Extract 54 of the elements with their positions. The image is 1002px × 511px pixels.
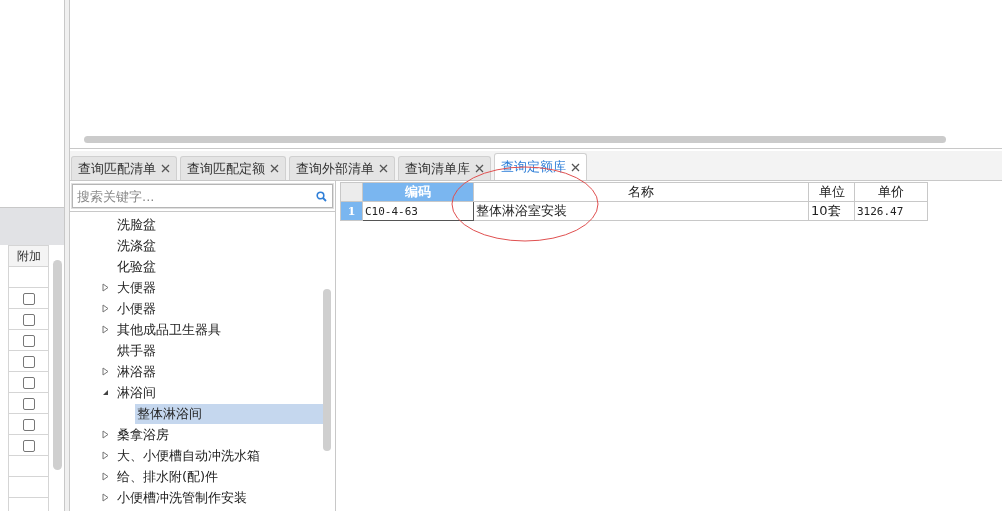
checkbox[interactable] (22, 376, 35, 389)
expand-triangle-icon[interactable] (101, 430, 110, 439)
checkbox[interactable] (22, 439, 35, 452)
tree-item[interactable]: 洗脸盆 (115, 214, 158, 235)
tree-item[interactable]: 淋浴间 (115, 382, 158, 403)
horizontal-scrollbar[interactable] (84, 136, 946, 143)
table-cell: 10套 (808, 201, 855, 221)
expand-triangle-icon[interactable] (101, 493, 110, 502)
tree-item[interactable]: 烘手器 (115, 340, 158, 361)
checkbox[interactable] (22, 292, 35, 305)
close-icon[interactable] (161, 164, 170, 173)
tree-item[interactable]: 整体淋浴间 (135, 403, 323, 424)
search-field[interactable]: 搜索关键字... (72, 184, 333, 208)
panel-header-bar (0, 208, 64, 245)
tree-item[interactable]: 化验盆 (115, 256, 158, 277)
expand-triangle-icon[interactable] (101, 304, 110, 313)
expand-triangle-icon[interactable] (101, 472, 110, 481)
tree-item[interactable]: 洗涤盆 (115, 235, 158, 256)
close-icon[interactable] (379, 164, 388, 173)
tree-item[interactable]: 给、排水附(配)件 (115, 466, 221, 487)
tree-item[interactable]: 桑拿浴房 (115, 424, 171, 445)
column-header[interactable]: 单位 (808, 182, 855, 202)
tree-item[interactable]: 其他成品卫生器具 (115, 319, 223, 340)
tree-item[interactable]: 大、小便槽自动冲洗水箱 (115, 445, 262, 466)
collapse-triangle-icon[interactable] (101, 388, 110, 397)
column-header: 附加 (8, 245, 49, 267)
search-icon[interactable] (316, 191, 327, 202)
vertical-scrollbar[interactable] (323, 289, 331, 451)
expand-triangle-icon[interactable] (101, 451, 110, 460)
tree-item[interactable]: 小便器 (115, 298, 158, 319)
table-cell: C10-4-63 (362, 201, 474, 221)
checkbox[interactable] (22, 313, 35, 326)
close-icon[interactable] (475, 164, 484, 173)
tab[interactable]: 查询清单库 (398, 156, 491, 180)
vertical-scrollbar[interactable] (53, 260, 62, 470)
tab[interactable]: 查询匹配定额 (180, 156, 286, 180)
column-header[interactable]: 单价 (854, 182, 928, 202)
checkbox[interactable] (22, 355, 35, 368)
table-cell: 3126.47 (854, 201, 928, 221)
expand-triangle-icon[interactable] (101, 283, 110, 292)
checkbox[interactable] (22, 418, 35, 431)
tab[interactable]: 查询匹配清单 (71, 156, 177, 180)
tree-item[interactable]: 小便槽冲洗管制作安装 (115, 487, 249, 508)
tree-item[interactable]: 大便器 (115, 277, 158, 298)
expand-triangle-icon[interactable] (101, 325, 110, 334)
close-icon[interactable] (270, 164, 279, 173)
table-cell: 整体淋浴室安装 (473, 201, 809, 221)
checkbox[interactable] (22, 334, 35, 347)
column-header[interactable]: 名称 (473, 182, 809, 202)
tree-item[interactable]: 淋浴器 (115, 361, 158, 382)
tab[interactable]: 查询外部清单 (289, 156, 395, 180)
expand-triangle-icon[interactable] (101, 367, 110, 376)
checkbox[interactable] (22, 397, 35, 410)
close-icon[interactable] (571, 162, 580, 172)
